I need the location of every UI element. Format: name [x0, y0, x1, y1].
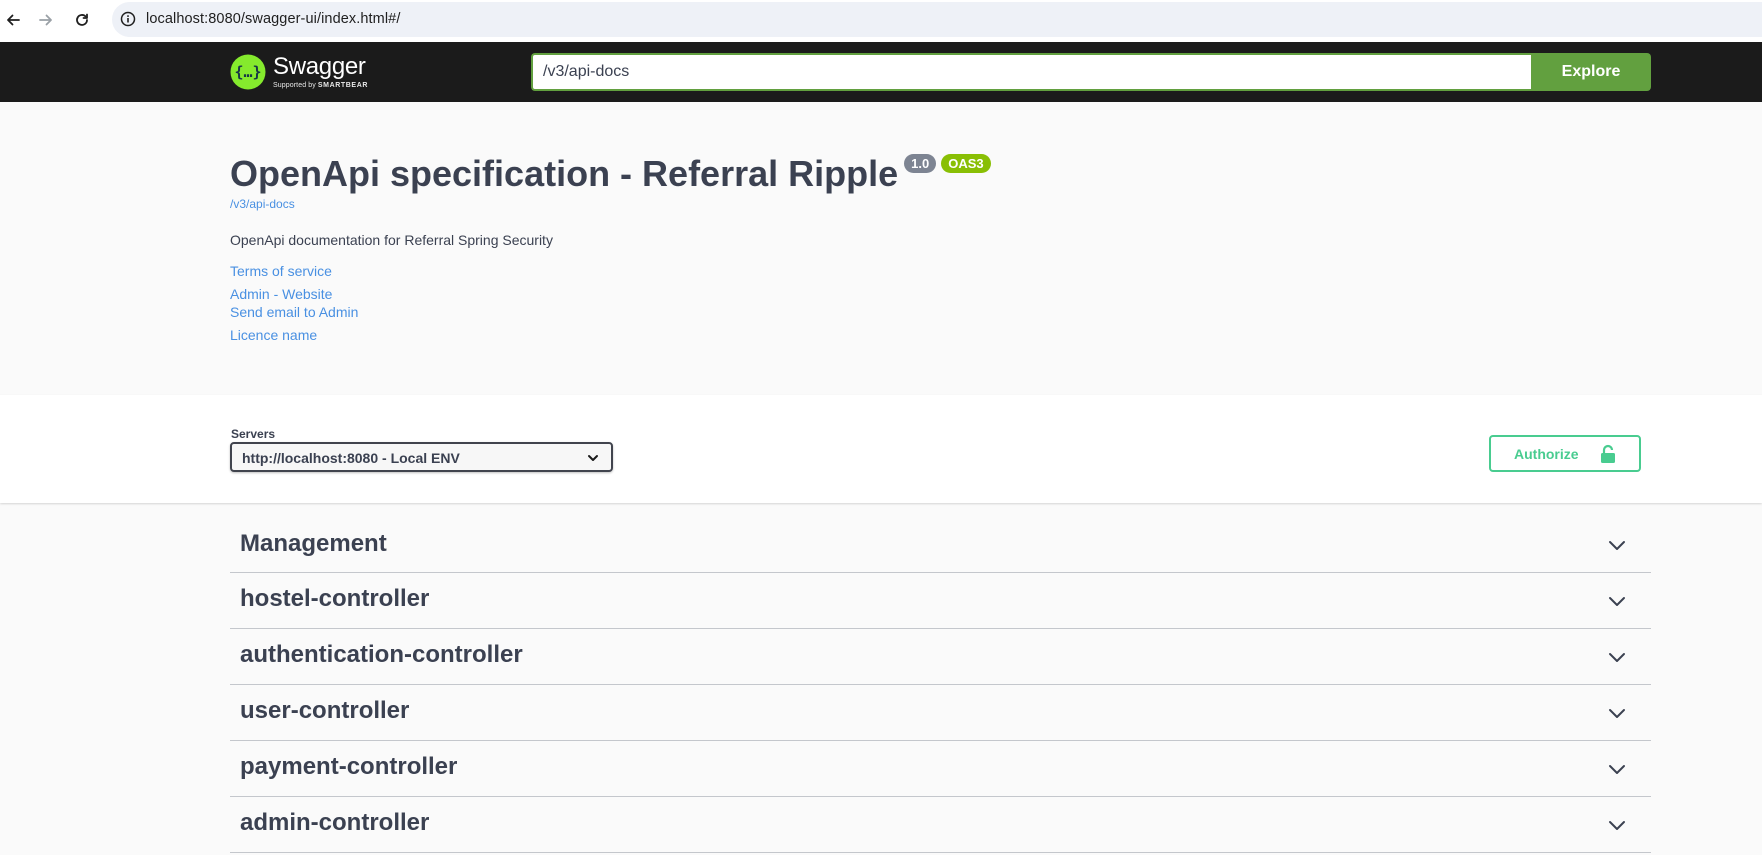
browser-toolbar: localhost:8080/swagger-ui/index.html#/ — [0, 0, 1762, 42]
operation-tags: Management hostel-controller authenticat… — [230, 503, 1651, 853]
terms-of-service-link[interactable]: Terms of service — [230, 263, 332, 279]
chevron-down-icon[interactable] — [1607, 703, 1627, 723]
chevron-down-icon[interactable] — [1607, 591, 1627, 611]
scheme-container: Servers http://localhost:8080 - Local EN… — [0, 395, 1762, 503]
logo-subtitle: Supported by SMARTBEAR — [273, 81, 368, 90]
chevron-down-icon[interactable] — [1607, 647, 1627, 667]
authorize-label: Authorize — [1514, 446, 1579, 462]
version-badge: 1.0 — [904, 154, 937, 173]
tag-title: admin-controller — [240, 809, 430, 836]
page-title: OpenApi specification - Referral Ripple — [230, 153, 899, 194]
back-icon — [7, 14, 20, 26]
spec-url-input[interactable] — [531, 53, 1531, 91]
title-row: OpenApi specification - Referral Ripple … — [230, 152, 991, 196]
chevron-down-icon[interactable] — [1607, 759, 1627, 779]
tag-section-hostel-controller[interactable]: hostel-controller — [230, 573, 1651, 629]
servers-select[interactable]: http://localhost:8080 - Local ENV — [230, 442, 613, 472]
tag-title: hostel-controller — [240, 585, 430, 612]
tag-title: Management — [240, 530, 387, 557]
tag-title: user-controller — [240, 697, 410, 724]
tag-title: payment-controller — [240, 753, 458, 780]
back-button[interactable] — [0, 7, 26, 33]
url-text: localhost:8080/swagger-ui/index.html#/ — [146, 11, 401, 27]
api-description: OpenApi documentation for Referral Sprin… — [230, 232, 553, 248]
forward-button[interactable] — [33, 7, 59, 33]
api-info: OpenApi specification - Referral Ripple … — [0, 102, 1762, 395]
unlocked-lock-icon — [1601, 444, 1615, 463]
tag-section-authentication-controller[interactable]: authentication-controller — [230, 629, 1651, 685]
site-info-icon[interactable] — [120, 11, 136, 27]
tag-section-payment-controller[interactable]: payment-controller — [230, 741, 1651, 797]
licence-link[interactable]: Licence name — [230, 327, 317, 343]
api-docs-link[interactable]: /v3/api-docs — [230, 197, 295, 211]
logo-supported-text: Supported by — [273, 81, 316, 89]
tag-title: authentication-controller — [240, 641, 523, 668]
tag-section-admin-controller[interactable]: admin-controller — [230, 797, 1651, 853]
tag-section-user-controller[interactable]: user-controller — [230, 685, 1651, 741]
servers-selected-value: http://localhost:8080 - Local ENV — [242, 450, 460, 466]
tag-section-management[interactable]: Management — [230, 503, 1651, 573]
reload-button[interactable] — [69, 7, 95, 33]
explore-form: Explore — [531, 53, 1651, 91]
oas-badge: OAS3 — [941, 154, 991, 173]
chevron-down-icon[interactable] — [1607, 535, 1627, 555]
explore-button[interactable]: Explore — [1531, 53, 1651, 91]
forward-icon — [39, 14, 52, 26]
swagger-logo-icon: {…} — [230, 54, 266, 90]
reload-icon — [76, 13, 88, 26]
chevron-down-icon[interactable] — [1607, 815, 1627, 835]
svg-text:{…}: {…} — [234, 63, 261, 81]
send-email-link[interactable]: Send email to Admin — [230, 304, 358, 320]
logo-brand-text: SMARTBEAR — [317, 81, 369, 89]
swagger-logo-text: Swagger Supported by SMARTBEAR — [273, 52, 368, 90]
authorize-button[interactable]: Authorize — [1489, 435, 1641, 472]
swagger-logo[interactable]: {…} Swagger Supported by SMARTBEAR — [230, 51, 368, 93]
chevron-down-icon — [588, 455, 598, 461]
address-bar[interactable]: localhost:8080/swagger-ui/index.html#/ — [112, 2, 1762, 37]
logo-name: Swagger — [273, 52, 366, 80]
admin-website-link[interactable]: Admin - Website — [230, 286, 332, 302]
servers-label: Servers — [231, 427, 276, 441]
